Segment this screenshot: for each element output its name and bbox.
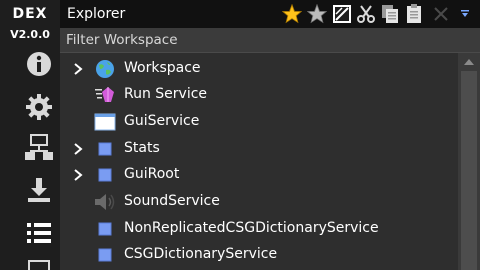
app-title: DEX	[12, 6, 48, 22]
filter-bar	[60, 28, 480, 53]
window-icon	[94, 112, 116, 132]
gear-icon[interactable]	[23, 93, 55, 121]
chevron-right-icon[interactable]	[72, 143, 84, 155]
tree-item-label: Run Service	[124, 86, 208, 102]
tree-row-stats[interactable]: Stats	[60, 136, 458, 162]
tree-item-label: SoundService	[124, 193, 220, 209]
download-icon[interactable]	[23, 176, 55, 204]
blue-square-icon	[94, 165, 116, 185]
filter-input[interactable]	[66, 31, 466, 49]
tree-scrollbar[interactable]	[458, 53, 480, 270]
cut-icon[interactable]	[356, 4, 376, 24]
speaker-icon	[94, 192, 116, 212]
list-icon[interactable]	[23, 219, 55, 247]
tree-row-gui-service[interactable]: GuiService	[60, 109, 458, 135]
run-service-icon	[94, 85, 116, 105]
tree-row-non-replicated-csg[interactable]: NonReplicatedCSGDictionaryService	[60, 216, 458, 242]
tree-row-workspace[interactable]: Workspace	[60, 56, 458, 82]
info-icon[interactable]	[23, 50, 55, 78]
select-icon[interactable]	[332, 4, 352, 24]
tree-item-label: GuiRoot	[124, 166, 180, 182]
tree-row-csg-dictionary[interactable]: CSGDictionaryService	[60, 242, 458, 268]
paste-icon[interactable]	[404, 4, 424, 24]
dropdown-arrow-icon[interactable]	[458, 4, 472, 24]
tree-item-label: Stats	[124, 140, 160, 156]
tree-item-label: NonReplicatedCSGDictionaryService	[124, 220, 379, 236]
tree-item-label: Workspace	[124, 60, 201, 76]
blue-square-icon	[94, 139, 116, 159]
tree-item-label: CSGDictionaryService	[124, 246, 278, 262]
star-gray-icon[interactable]	[307, 4, 327, 24]
scrollbar-thumb[interactable]	[461, 71, 477, 270]
star-gold-icon[interactable]	[282, 4, 302, 24]
tree-row-sound-service[interactable]: SoundService	[60, 189, 458, 215]
network-icon[interactable]	[23, 133, 55, 161]
sidebar: DEX V2.0.0	[0, 0, 60, 270]
tree-row-run-service[interactable]: Run Service	[60, 82, 458, 108]
explorer-tree: Workspace Run Service GuiService Stats G…	[60, 53, 458, 270]
copy-icon[interactable]	[380, 4, 400, 24]
scroll-up-arrow-icon[interactable]	[464, 59, 474, 65]
close-icon[interactable]	[431, 4, 451, 24]
tree-item-label: GuiService	[124, 113, 200, 129]
partial-icon[interactable]	[23, 258, 55, 270]
chevron-right-icon[interactable]	[72, 169, 84, 181]
tree-row-gui-root[interactable]: GuiRoot	[60, 162, 458, 188]
explorer-title: Explorer	[67, 6, 126, 22]
explorer-title-bar: Explorer	[60, 0, 480, 28]
globe-icon	[94, 59, 116, 79]
blue-square-icon	[94, 219, 116, 239]
app-version: V2.0.0	[10, 28, 50, 41]
chevron-right-icon[interactable]	[72, 63, 84, 75]
blue-square-icon	[94, 245, 116, 265]
